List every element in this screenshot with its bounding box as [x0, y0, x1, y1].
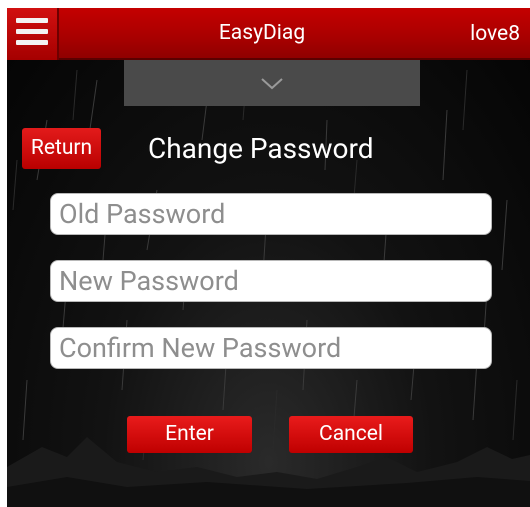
confirm-password-field[interactable] [50, 327, 492, 369]
app-title: EasyDiag [218, 21, 306, 45]
menu-button[interactable] [7, 8, 59, 60]
pull-down-tab[interactable] [124, 60, 420, 106]
mountain-silhouette [7, 437, 530, 507]
enter-button[interactable]: Enter [127, 416, 252, 453]
top-bar: EasyDiag love8 [7, 8, 530, 60]
cancel-button[interactable]: Cancel [289, 416, 413, 453]
chevron-down-icon [261, 78, 283, 90]
old-password-field[interactable] [50, 193, 492, 235]
new-password-field[interactable] [50, 260, 492, 302]
return-button[interactable]: Return [22, 128, 101, 169]
app-frame: EasyDiag love8 Return Change Password En… [7, 8, 530, 507]
user-name: love8 [470, 22, 520, 46]
page-title: Change Password [148, 132, 374, 165]
